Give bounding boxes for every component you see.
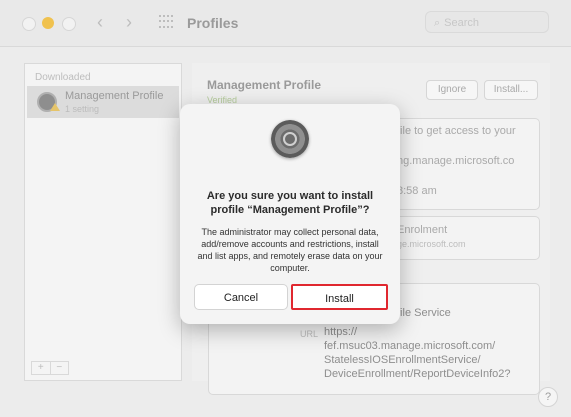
profile-title: Management Profile — [207, 78, 322, 92]
service-label: file Service — [397, 307, 451, 319]
minimize-window-button[interactable] — [42, 17, 54, 29]
sidebar-footer: + − — [31, 361, 69, 375]
sidebar-item-label: Management Profile — [65, 90, 164, 102]
sidebar-item-management-profile[interactable]: Management Profile 1 setting — [27, 86, 179, 118]
url-line: DeviceEnrollment/ReportDeviceInfo2? — [324, 368, 511, 380]
enrolment-title: Enrolment — [397, 224, 448, 236]
install-button[interactable]: Install — [291, 284, 388, 310]
install-profile-button[interactable]: Install... — [484, 80, 538, 100]
description-line: 8:58 am — [397, 185, 437, 197]
url-line: StatelessIOSEnrollmentService/ — [324, 354, 481, 366]
install-confirmation-dialog: Are you sure you want to install profile… — [180, 104, 400, 324]
url-line: https:// — [324, 326, 358, 338]
settings-gear-icon — [271, 120, 309, 158]
url-line: fef.msuc03.manage.microsoft.com/ — [324, 340, 496, 352]
search-icon: ⌕ — [434, 17, 441, 29]
dialog-title: Are you sure you want to install profile… — [206, 190, 374, 216]
remove-profile-button[interactable]: − — [51, 362, 69, 374]
dialog-message: The administrator may collect personal d… — [197, 227, 383, 273]
description-line: ng.manage.microsoft.co — [397, 155, 515, 167]
window-title: Profiles — [187, 15, 239, 31]
help-button[interactable]: ? — [538, 387, 558, 407]
chevron-right-icon[interactable]: › — [126, 12, 132, 33]
sidebar-section-header: Downloaded — [35, 72, 91, 83]
chevron-left-icon[interactable]: ‹ — [97, 12, 103, 33]
title-bar: ‹ › Profiles ⌕ Search — [0, 0, 571, 47]
search-placeholder: Search — [444, 17, 480, 29]
profiles-sidebar: Downloaded Management Profile 1 setting … — [24, 63, 182, 381]
grid-icon[interactable] — [159, 15, 173, 29]
ignore-button[interactable]: Ignore — [426, 80, 478, 100]
sidebar-item-subtitle: 1 setting — [65, 104, 100, 114]
search-field[interactable]: ⌕ Search — [425, 11, 549, 33]
add-profile-button[interactable]: + — [32, 362, 51, 374]
cancel-button[interactable]: Cancel — [194, 284, 288, 310]
description-line: file to get access to your — [397, 125, 516, 137]
url-label: URL — [300, 329, 319, 339]
close-window-button[interactable] — [22, 17, 36, 31]
enrolment-subtitle: ge.microsoft.com — [397, 239, 466, 249]
zoom-window-button[interactable] — [62, 17, 76, 31]
warning-triangle-icon — [50, 103, 60, 111]
